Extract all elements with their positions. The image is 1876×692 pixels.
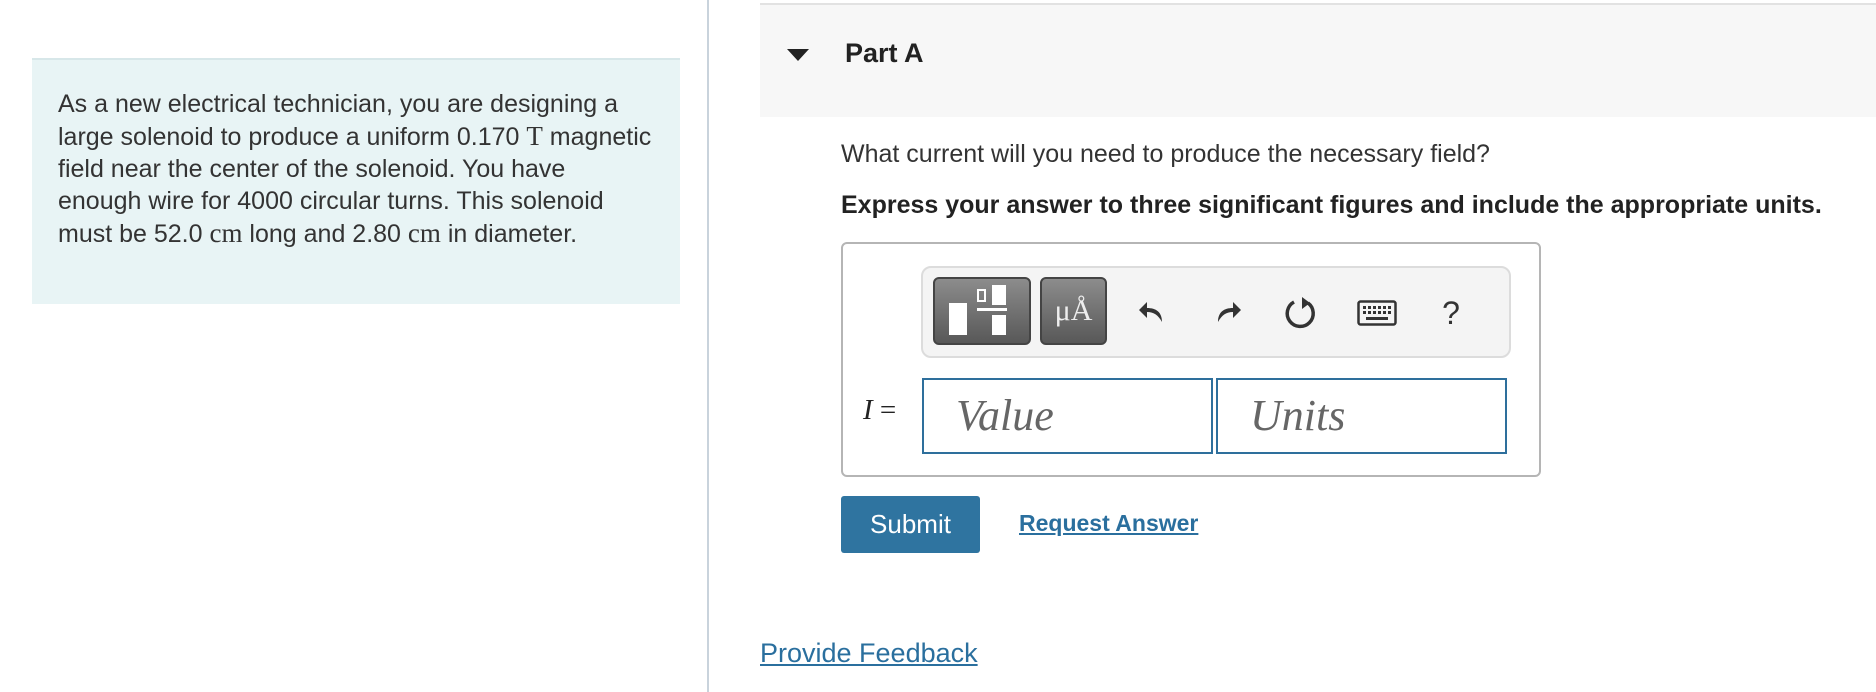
answer-box: μÅ ? I = Value Units xyxy=(841,242,1541,477)
unit-tesla: T xyxy=(526,121,543,151)
unit-cm: cm xyxy=(209,218,243,248)
units-template-button[interactable]: μÅ xyxy=(1040,277,1107,345)
instruction-text: Express your answer to three significant… xyxy=(841,191,1822,219)
help-button[interactable]: ? xyxy=(1431,290,1471,336)
problem-text: in diameter. xyxy=(440,220,578,248)
reset-icon[interactable] xyxy=(1281,290,1321,336)
provide-feedback-link[interactable]: Provide Feedback xyxy=(760,638,978,669)
question-text: What current will you need to produce th… xyxy=(841,140,1490,168)
request-answer-link[interactable]: Request Answer xyxy=(1019,510,1198,537)
units-input[interactable]: Units xyxy=(1216,378,1507,454)
fraction-template-icon[interactable] xyxy=(933,277,1031,345)
answer-variable-label: I = xyxy=(863,394,896,427)
equals-sign: = xyxy=(879,394,897,426)
redo-icon[interactable] xyxy=(1207,290,1247,336)
undo-icon[interactable] xyxy=(1133,290,1173,336)
part-title: Part A xyxy=(845,38,924,68)
submit-button[interactable]: Submit xyxy=(841,496,980,553)
collapse-caret-icon[interactable] xyxy=(787,49,809,61)
value-input[interactable]: Value xyxy=(922,378,1213,454)
part-header[interactable]: Part A xyxy=(760,3,1876,117)
unit-cm: cm xyxy=(407,218,441,248)
keyboard-icon[interactable] xyxy=(1357,290,1397,336)
panel-divider xyxy=(707,0,709,692)
math-toolbar: μÅ ? xyxy=(921,266,1511,358)
problem-statement: As a new electrical technician, you are … xyxy=(32,58,680,304)
problem-text: long and 2.80 xyxy=(242,220,408,248)
variable-symbol: I xyxy=(863,394,873,426)
